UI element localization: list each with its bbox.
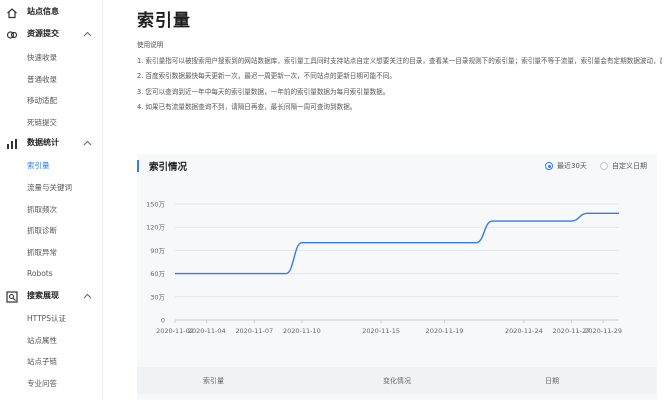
y-tick-label: 150万 [146, 201, 165, 209]
sidebar-group-label: 数据统计 [27, 138, 59, 147]
sidebar-item-pro-qa[interactable]: 专业问答 [27, 378, 57, 389]
sidebar-group-resource-submit[interactable]: 资源提交 [0, 24, 103, 46]
x-tick-label: 2020-11-10 [283, 327, 321, 335]
sidebar-item-traffic-keywords[interactable]: 流量与关键词 [27, 182, 72, 193]
card-title-bar [137, 160, 139, 172]
bar-chart-icon [7, 139, 17, 149]
radio-dot[interactable] [545, 162, 553, 170]
usage-notes: 使用说明 1. 索引量指可以被搜索用户搜索到的网站数据库，索引量工具同时支持站点… [137, 38, 662, 116]
page-title: 索引量 [137, 11, 191, 31]
sidebar-item-normal-index[interactable]: 普通收录 [27, 74, 57, 85]
x-tick-label: 2020-11-24 [505, 327, 543, 335]
y-tick-label: 30万 [150, 293, 165, 301]
sidebar-item-site-attributes[interactable]: 站点属性 [27, 335, 57, 346]
column-header-index: 索引量 [203, 377, 224, 385]
notes-title: 使用说明 [137, 41, 164, 49]
index-line-chart: 030万60万90万120万150万2020-11-022020-11-04 20… [146, 201, 622, 336]
x-tick-label: 2020-11-07 [235, 327, 273, 335]
sidebar-group-label: 搜索展现 [27, 291, 59, 300]
card-title: 索引情况 [149, 162, 188, 173]
link-icon [6, 31, 18, 39]
sidebar-item-crawl-diagnosis[interactable]: 抓取诊断 [27, 225, 57, 236]
radio-custom-date[interactable]: 自定义日期 [600, 161, 647, 171]
sidebar-group-label: 资源提交 [27, 29, 59, 38]
sidebar-item-site-info[interactable]: 站点信息 [0, 2, 103, 24]
y-tick-label: 0 [161, 317, 165, 325]
chevron-up-icon [83, 293, 92, 299]
note-line: 3. 您可以查询到近一年中每天的索引量数据，一年前的索引量数据为每月索引量数据。 [137, 87, 390, 96]
sidebar-item-label: 站点信息 [27, 7, 59, 16]
radio-dot[interactable] [600, 162, 608, 170]
radio-label: 自定义日期 [612, 162, 647, 170]
y-tick-label: 60万 [150, 270, 165, 278]
note-line: 2. 百度索引数据最快每天更新一次，最迟一周更新一次，不同站点的更新日期可能不同… [137, 72, 396, 80]
card-header: 索引情况 最近30天 自定义日期 [137, 154, 657, 180]
sidebar-item-https[interactable]: HTTPS认证 [27, 313, 66, 324]
sidebar-item-fast-index[interactable]: 快速收录 [27, 52, 57, 63]
note-line: 1. 索引量指可以被搜索用户搜索到的网站数据库，索引量工具同时支持站点自定义想要… [137, 56, 662, 65]
sidebar-group-data-stats[interactable]: 数据统计 [0, 133, 103, 155]
x-tick-label: 2020-11-19 [426, 327, 464, 335]
chevron-up-icon [83, 140, 92, 146]
radio-label: 最近30天 [557, 162, 587, 170]
index-table-header: 索引量 变化情况 日期 [137, 367, 657, 394]
x-tick-label: 2020-11-15 [362, 327, 400, 335]
radio-recent-30-days[interactable]: 最近30天 [545, 161, 587, 171]
sidebar-group-search-display[interactable]: 搜索展现 [0, 286, 103, 308]
sidebar-item-crawl-frequency[interactable]: 抓取频次 [27, 204, 57, 215]
sidebar-item-deadlink-submit[interactable]: 死链提交 [27, 117, 57, 128]
note-line: 4. 如果已有流量数据查询不到，请隔日再查，最长间隔一周可查询到数据。 [137, 103, 357, 111]
chevron-up-icon [83, 31, 92, 37]
sidebar: 站点信息 资源提交 快速收录 普通收录 移动适配 死链提交 数据统计 索引量 流… [0, 0, 103, 400]
index-card: 索引情况 最近30天 自定义日期 0 30万 60万 90万 120万 150万 2020-… [137, 154, 657, 400]
sidebar-item-site-sublinks[interactable]: 站点子链 [27, 356, 57, 367]
home-icon [7, 8, 17, 19]
search-display-icon [6, 291, 18, 303]
column-header-change: 变化情况 [383, 377, 411, 385]
sidebar-item-robots[interactable]: Robots [27, 269, 53, 278]
x-tick-label: 2020-11-04 [188, 327, 226, 335]
x-tick-label: 2020-11-29 [584, 327, 622, 335]
series-line [175, 212, 619, 275]
y-tick-label: 120万 [146, 224, 165, 232]
sidebar-item-crawl-errors[interactable]: 抓取异常 [27, 247, 57, 258]
sidebar-item-mobile-adapt[interactable]: 移动适配 [27, 95, 57, 106]
column-header-date: 日期 [545, 377, 559, 385]
sidebar-item-index-volume[interactable]: 索引量 [27, 160, 50, 171]
y-tick-label: 90万 [150, 247, 165, 255]
